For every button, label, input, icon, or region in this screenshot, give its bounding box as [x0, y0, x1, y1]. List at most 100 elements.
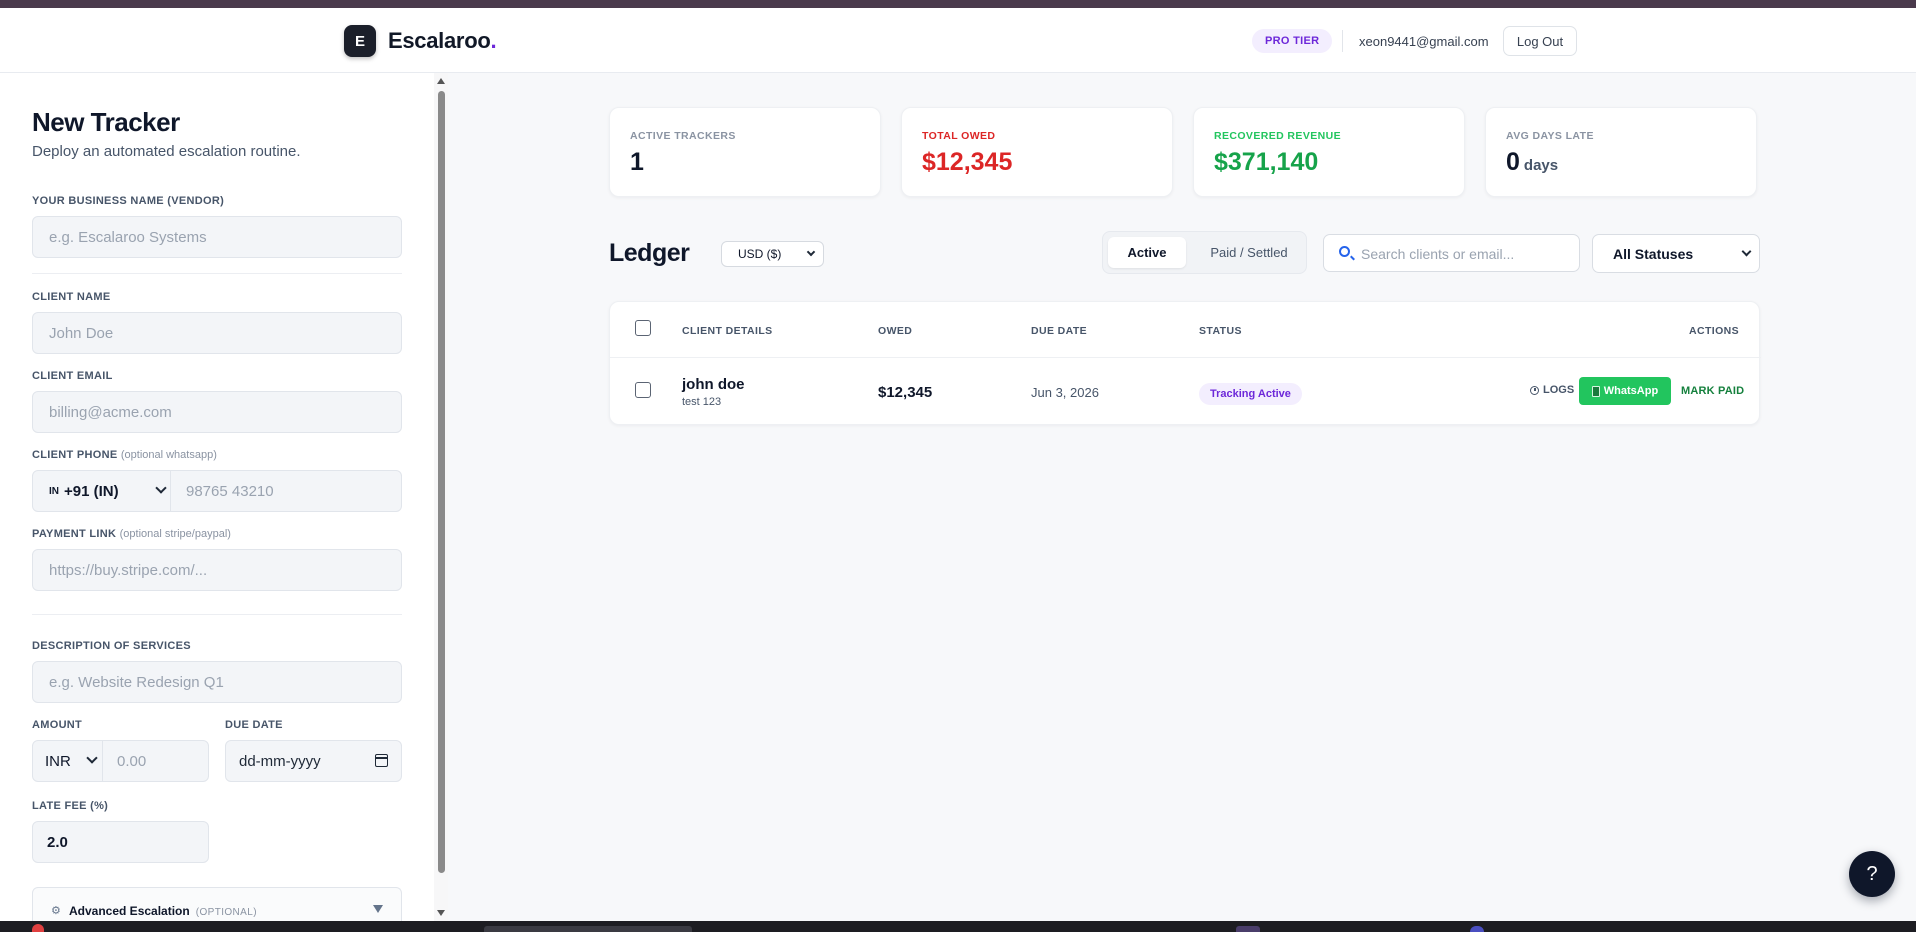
status-filter-value: All Statuses	[1613, 245, 1694, 262]
currency-select[interactable]: USD ($)	[721, 241, 824, 267]
ledger-title: Ledger	[609, 239, 690, 267]
brand-logo-icon[interactable]: E	[344, 25, 376, 57]
currency-select-value: USD ($)	[738, 247, 782, 261]
ledger-tabs: Active Paid / Settled	[1102, 231, 1307, 274]
client-name-label: CLIENT NAME	[32, 291, 111, 303]
column-header-owed: OWED	[878, 325, 913, 337]
stat-label: AVG DAYS LATE	[1506, 130, 1594, 142]
payment-link-input[interactable]: https://buy.stripe.com/...	[32, 549, 402, 591]
scroll-up-icon[interactable]	[437, 78, 445, 84]
mark-paid-button[interactable]: MARK PAID	[1681, 385, 1744, 397]
chevron-down-icon	[1741, 246, 1752, 257]
window-top-strip	[0, 0, 1916, 8]
select-all-checkbox[interactable]	[635, 320, 651, 336]
user-email: xeon9441@gmail.com	[1359, 34, 1489, 49]
stat-value-text: $12,345	[922, 148, 1013, 176]
client-phone-label: CLIENT PHONE (optional whatsapp)	[32, 449, 217, 461]
client-email-input[interactable]: billing@acme.com	[32, 391, 402, 433]
taskbar-search-bar[interactable]	[484, 926, 692, 932]
scroll-down-icon[interactable]	[437, 910, 445, 916]
form-subtitle: Deploy an automated escalation routine.	[32, 143, 301, 160]
brand-dot: .	[490, 28, 497, 53]
tab-active[interactable]: Active	[1108, 237, 1186, 268]
stat-card-active-trackers: ACTIVE TRACKERS 1	[609, 107, 881, 197]
gear-icon: ⚙	[51, 905, 61, 917]
logo-letter: E	[354, 32, 365, 50]
taskbar-app-icon[interactable]	[1470, 926, 1484, 932]
column-header-actions: ACTIONS	[1689, 325, 1740, 337]
form-divider	[32, 614, 402, 615]
search-icon	[1339, 246, 1350, 257]
tab-paid-settled[interactable]: Paid / Settled	[1197, 237, 1301, 268]
brand-name[interactable]: Escalaroo.	[388, 28, 497, 54]
stat-card-total-owed: TOTAL OWED $12,345	[901, 107, 1173, 197]
late-fee-input[interactable]: 2.0	[32, 821, 209, 863]
advanced-escalation-text: Advanced Escalation	[69, 904, 190, 918]
stat-value-text: $371,140	[1214, 148, 1319, 176]
stat-value-text: 0	[1506, 148, 1520, 176]
business-name-label: YOUR BUSINESS NAME (VENDOR)	[32, 195, 225, 207]
brand-name-text: Escalaroo	[388, 28, 491, 53]
amount-field: INR 0.00	[32, 740, 209, 782]
ledger-table: CLIENT DETAILS OWED DUE DATE STATUS ACTI…	[609, 301, 1761, 425]
row-checkbox[interactable]	[635, 382, 651, 398]
client-phone-field: IN +91 (IN) 98765 43210	[32, 470, 402, 512]
search-input[interactable]: Search clients or email...	[1323, 234, 1580, 272]
header-divider	[1342, 30, 1343, 52]
stat-unit: days	[1523, 157, 1559, 174]
advanced-escalation-label: Advanced Escalation (OPTIONAL)	[69, 904, 257, 918]
stat-value: $371,140	[1214, 148, 1318, 177]
amount-currency-value: INR	[45, 752, 71, 770]
stat-value: $12,345	[922, 148, 1012, 177]
amount-input[interactable]: 0.00	[117, 753, 146, 770]
logout-button[interactable]: Log Out	[1503, 26, 1577, 56]
stat-value: 0 days	[1506, 148, 1558, 177]
calendar-icon[interactable]	[375, 754, 388, 767]
stat-label: RECOVERED REVENUE	[1214, 130, 1341, 142]
clock-icon	[1530, 385, 1539, 395]
column-header-status: STATUS	[1199, 325, 1242, 337]
client-name-input[interactable]: John Doe	[32, 312, 402, 354]
logs-label: LOGS	[1543, 384, 1575, 396]
column-header-due-date: DUE DATE	[1031, 325, 1088, 337]
taskbar-app-icon[interactable]	[1236, 926, 1260, 932]
client-phone-label-text: CLIENT PHONE	[32, 449, 118, 461]
business-name-input[interactable]: e.g. Escalaroo Systems	[32, 216, 402, 258]
chevron-down-icon	[806, 247, 816, 257]
stat-value-text: 1	[630, 148, 644, 176]
description-input[interactable]: e.g. Website Redesign Q1	[32, 661, 402, 703]
phone-number-input[interactable]: 98765 43210	[186, 483, 274, 500]
logs-button[interactable]: LOGS	[1530, 384, 1574, 396]
chevron-down-icon	[86, 752, 98, 764]
whatsapp-button[interactable]: WhatsApp	[1579, 377, 1671, 405]
due-date-input[interactable]: dd-mm-yyyy	[225, 740, 402, 782]
form-title: New Tracker	[32, 107, 180, 137]
payment-link-optional: (optional stripe/paypal)	[119, 528, 231, 540]
table-header-divider	[610, 357, 1761, 358]
client-name: john doe	[682, 376, 745, 393]
due-date: Jun 3, 2026	[1031, 385, 1099, 400]
country-code-select[interactable]: IN +91 (IN)	[33, 471, 171, 511]
stat-label: ACTIVE TRACKERS	[630, 130, 736, 142]
status-filter-select[interactable]: All Statuses	[1592, 234, 1760, 273]
new-tracker-panel: New Tracker Deploy an automated escalati…	[0, 73, 448, 927]
amount-currency-select[interactable]: INR	[33, 741, 103, 781]
chevron-down-icon	[155, 482, 167, 494]
stat-value: 1	[630, 148, 644, 177]
help-button[interactable]: ?	[1849, 851, 1895, 897]
taskbar-app-icon[interactable]	[32, 924, 44, 932]
sidebar-scroll-thumb[interactable]	[438, 91, 445, 873]
client-email-label: CLIENT EMAIL	[32, 370, 113, 382]
stat-label: TOTAL OWED	[922, 130, 996, 142]
stat-card-recovered-revenue: RECOVERED REVENUE $371,140	[1193, 107, 1465, 197]
owed-amount: $12,345	[878, 384, 933, 401]
search-placeholder: Search clients or email...	[1361, 246, 1515, 262]
expand-triangle-icon	[373, 905, 383, 913]
client-phone-optional: (optional whatsapp)	[120, 449, 217, 461]
phone-icon	[1591, 385, 1600, 397]
description-label: DESCRIPTION OF SERVICES	[32, 640, 191, 652]
app-header: E Escalaroo. PRO TIER xeon9441@gmail.com…	[0, 8, 1916, 73]
client-description: test 123	[682, 396, 722, 408]
advanced-escalation-optional: (OPTIONAL)	[195, 907, 257, 918]
os-taskbar	[0, 921, 1916, 932]
